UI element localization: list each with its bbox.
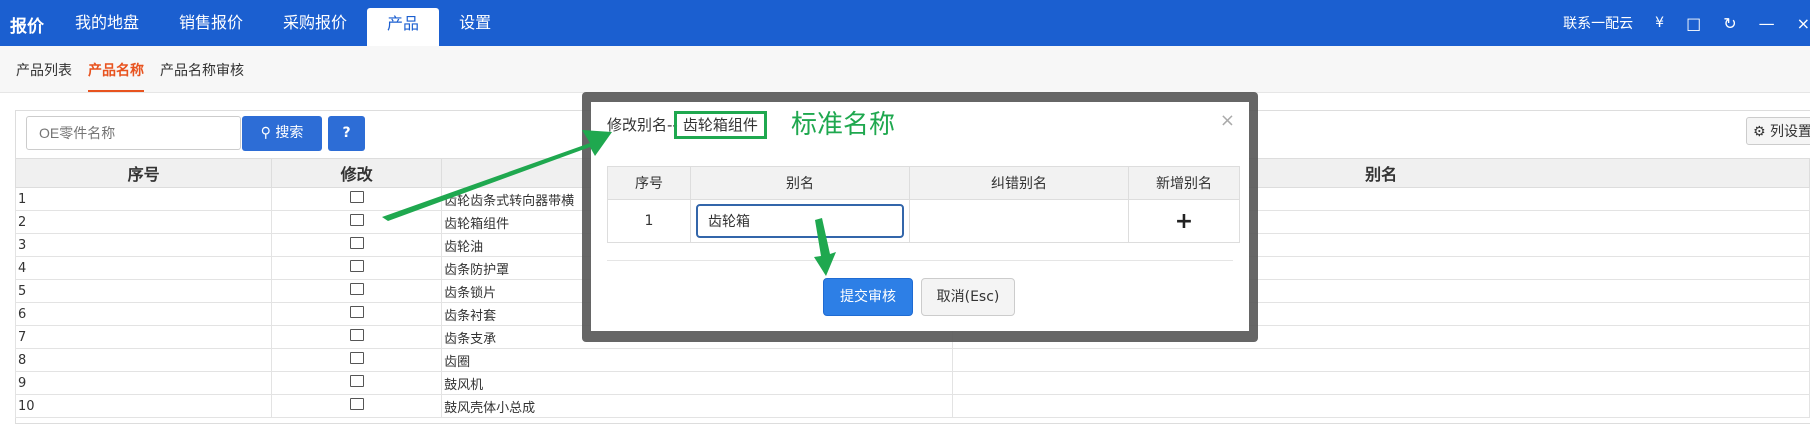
edit-icon[interactable] xyxy=(349,283,364,295)
app-brand[interactable]: 报价 xyxy=(10,12,44,37)
row-seq: 6 xyxy=(14,302,273,326)
edit-icon[interactable] xyxy=(349,398,364,410)
nav-settings[interactable]: 设置 xyxy=(439,0,511,46)
edit-alias-modal: 修改别名--齿轮箱组件 × 序号 别名 纠错别名 新增别名 1 + xyxy=(591,102,1249,331)
row-seq: 7 xyxy=(14,325,273,349)
row-seq: 3 xyxy=(14,233,273,257)
header-edit: 修改 xyxy=(271,158,443,188)
nav-purchase-quote[interactable]: 采购报价 xyxy=(263,0,367,46)
row-seq: 10 xyxy=(14,394,273,418)
search-button[interactable]: ⚲ 搜索 xyxy=(242,116,322,151)
nav-my-space[interactable]: 我的地盘 xyxy=(55,0,159,46)
search-button-label: 搜索 xyxy=(275,125,304,141)
subnav-product-name[interactable]: 产品名称 xyxy=(88,60,144,92)
subnav-product-list[interactable]: 产品列表 xyxy=(16,60,72,80)
row-seq: 9 xyxy=(14,371,273,395)
row-seq: 1 xyxy=(14,187,273,211)
row-seq: 5 xyxy=(14,279,273,303)
row-alias xyxy=(952,394,1810,418)
alias-header-alias: 别名 xyxy=(690,166,910,200)
edit-icon[interactable] xyxy=(349,306,364,318)
gear-icon: ⚙ xyxy=(1753,124,1766,140)
alias-cell xyxy=(690,199,910,243)
main-nav: 我的地盘 销售报价 采购报价 产品 设置 xyxy=(55,0,511,46)
alias-header-add: 新增别名 xyxy=(1128,166,1240,200)
row-name: 齿圈 xyxy=(441,348,954,372)
alias-row: 1 + xyxy=(607,199,1240,243)
oe-part-name-input[interactable] xyxy=(26,116,241,150)
top-right-tools: 联系一配云 ¥ □ ↻ — × xyxy=(1563,0,1810,46)
edit-icon[interactable] xyxy=(349,191,364,203)
refresh-icon[interactable]: ↻ xyxy=(1723,14,1736,33)
table-row: 8 齿圈 xyxy=(14,348,1810,372)
edit-icon[interactable] xyxy=(349,329,364,341)
search-icon: ⚲ xyxy=(260,125,271,141)
modal-title-prefix: 修改别名-- xyxy=(607,116,678,134)
sub-navigation: 产品列表 产品名称 产品名称审核 xyxy=(0,46,1810,93)
nav-products[interactable]: 产品 xyxy=(367,8,440,46)
edit-icon[interactable] xyxy=(349,375,364,387)
row-seq: 4 xyxy=(14,256,273,280)
minimize-icon[interactable]: — xyxy=(1759,14,1775,33)
row-name: 鼓风壳体小总成 xyxy=(441,394,954,418)
subnav-product-name-review[interactable]: 产品名称审核 xyxy=(160,60,244,80)
close-icon[interactable]: × xyxy=(1797,14,1810,33)
correction-cell[interactable] xyxy=(909,199,1129,243)
alias-header-correction: 纠错别名 xyxy=(909,166,1129,200)
message-icon[interactable]: □ xyxy=(1686,14,1701,33)
edit-icon[interactable] xyxy=(349,352,364,364)
table-row: 10 鼓风壳体小总成 xyxy=(14,394,1810,418)
alias-row-seq: 1 xyxy=(607,199,691,243)
add-alias-cell: + xyxy=(1128,199,1240,243)
submit-review-button[interactable]: 提交审核 xyxy=(823,278,913,316)
nav-sales-quote[interactable]: 销售报价 xyxy=(159,0,263,46)
table-row: 9 鼓风机 xyxy=(14,371,1810,395)
alias-input[interactable] xyxy=(696,204,904,238)
help-button[interactable]: ? xyxy=(328,116,365,151)
modal-title: 修改别名-- 齿轮箱组件 xyxy=(607,111,767,139)
row-alias xyxy=(952,348,1810,372)
column-settings-label: 列设置 xyxy=(1770,124,1810,140)
alias-table: 序号 别名 纠错别名 新增别名 1 + xyxy=(607,166,1240,243)
contact-link[interactable]: 联系一配云 xyxy=(1563,13,1633,33)
modal-divider xyxy=(607,260,1233,261)
standard-name-highlight: 齿轮箱组件 xyxy=(673,111,767,139)
cancel-button[interactable]: 取消(Esc) xyxy=(921,278,1015,316)
column-settings-button[interactable]: ⚙ 列设置 xyxy=(1746,117,1810,145)
standard-name-annotation: 标准名称 xyxy=(791,110,896,140)
modal-close-icon[interactable]: × xyxy=(1220,110,1235,131)
alias-header-seq: 序号 xyxy=(607,166,691,200)
edit-icon[interactable] xyxy=(349,237,364,249)
row-alias xyxy=(952,371,1810,395)
top-navigation-bar: 报价 我的地盘 销售报价 采购报价 产品 设置 联系一配云 ¥ □ ↻ — × xyxy=(0,0,1810,46)
row-name: 鼓风机 xyxy=(441,371,954,395)
edit-icon[interactable] xyxy=(349,260,364,272)
row-seq: 2 xyxy=(14,210,273,234)
header-seq: 序号 xyxy=(14,158,273,188)
currency-icon[interactable]: ¥ xyxy=(1655,15,1664,31)
row-seq: 8 xyxy=(14,348,273,372)
edit-icon[interactable] xyxy=(349,214,364,226)
add-alias-icon[interactable]: + xyxy=(1175,209,1193,234)
